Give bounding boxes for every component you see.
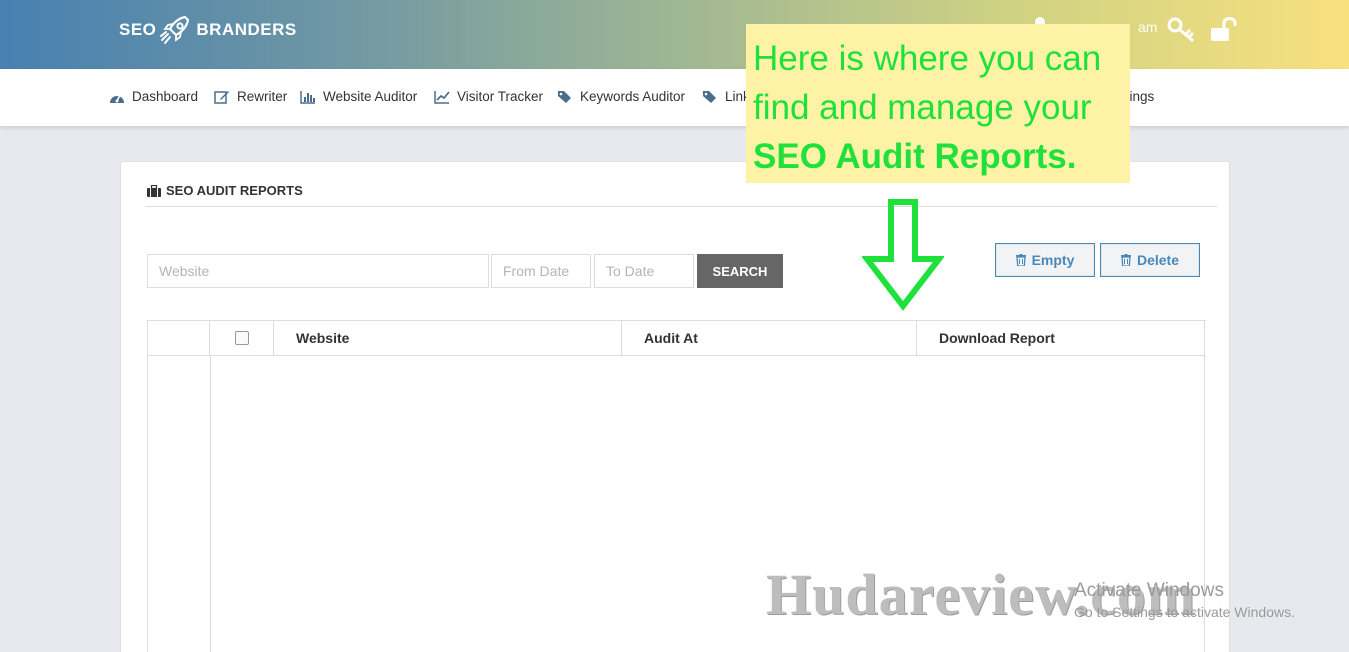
activate-windows-title: Activate Windows: [1074, 580, 1224, 601]
callout-line-1: Here is where you can: [753, 39, 1102, 78]
header-cell-blank: [148, 321, 210, 355]
briefcase-icon: [147, 184, 161, 197]
activate-windows-subtitle: Go to Settings to activate Windows.: [1074, 604, 1295, 620]
nav-label: Visitor Tracker: [457, 89, 544, 104]
unlock-icon[interactable]: [1208, 16, 1238, 44]
trash-icon: [1015, 254, 1026, 266]
edit-icon: [214, 90, 229, 104]
dashboard-icon: [110, 94, 124, 103]
column-header: Audit At: [644, 330, 698, 346]
tags-icon: [703, 90, 716, 103]
divider: [145, 206, 1217, 207]
select-all-checkbox[interactable]: [234, 331, 249, 345]
column-header: Download Report: [939, 330, 1055, 346]
delete-button[interactable]: Delete: [1100, 243, 1200, 277]
callout-line-2: find and manage your: [753, 88, 1092, 127]
header-cell-download-report[interactable]: Download Report: [917, 321, 1206, 355]
header-cell-select: [210, 321, 274, 355]
callout-annotation: Here is where you can find and manage yo…: [746, 24, 1130, 183]
delete-button-label: Delete: [1136, 252, 1180, 268]
search-button[interactable]: SEARCH: [697, 254, 783, 288]
nav-keywords-auditor[interactable]: Keywords Auditor: [557, 89, 685, 104]
nav-rewriter[interactable]: Rewriter: [214, 89, 287, 104]
nav-label: Dashboard: [132, 89, 199, 104]
nav-dashboard[interactable]: Dashboard: [109, 89, 198, 104]
bar-chart-icon: [300, 90, 315, 104]
nav-website-auditor[interactable]: Website Auditor: [300, 89, 417, 104]
logo-text-left: SEO: [119, 20, 157, 39]
trash-icon: [1120, 254, 1131, 266]
empty-button-label: Empty: [1031, 252, 1075, 268]
nav-label: Keywords Auditor: [580, 89, 686, 104]
empty-button[interactable]: Empty: [995, 243, 1095, 277]
nav-link[interactable]: Link: [702, 89, 750, 104]
website-input[interactable]: [147, 254, 489, 288]
logo-text-right: BRANDERS: [196, 20, 297, 39]
nav-visitor-tracker[interactable]: Visitor Tracker: [434, 89, 543, 104]
card-title-text: SEO AUDIT REPORTS: [166, 183, 303, 198]
column-header: Website: [296, 330, 350, 346]
card-title: SEO AUDIT REPORTS: [147, 183, 303, 198]
main-navbar: Dashboard Rewriter Website Auditor Visit…: [0, 69, 1349, 126]
line-chart-icon: [434, 90, 450, 104]
down-arrow-icon: [862, 199, 944, 311]
from-date-input[interactable]: [491, 254, 591, 288]
header-cell-audit-at[interactable]: Audit At: [622, 321, 917, 355]
key-icon[interactable]: [1166, 16, 1196, 44]
callout-highlight: SEO Audit Reports.: [753, 137, 1077, 176]
to-date-input[interactable]: [594, 254, 694, 288]
header-cell-website[interactable]: Website: [274, 321, 622, 355]
nav-label: Rewriter: [237, 89, 288, 104]
table-header: Website Audit At Download Report: [148, 320, 1206, 356]
rocket-icon: [160, 15, 190, 44]
column-divider: [210, 356, 211, 652]
nav-label: Website Auditor: [323, 89, 418, 104]
top-header: SEO BRANDERS am: [0, 0, 1349, 69]
brand-logo[interactable]: SEO BRANDERS: [119, 14, 297, 46]
tags-icon: [558, 90, 571, 103]
username: am: [1138, 19, 1158, 35]
